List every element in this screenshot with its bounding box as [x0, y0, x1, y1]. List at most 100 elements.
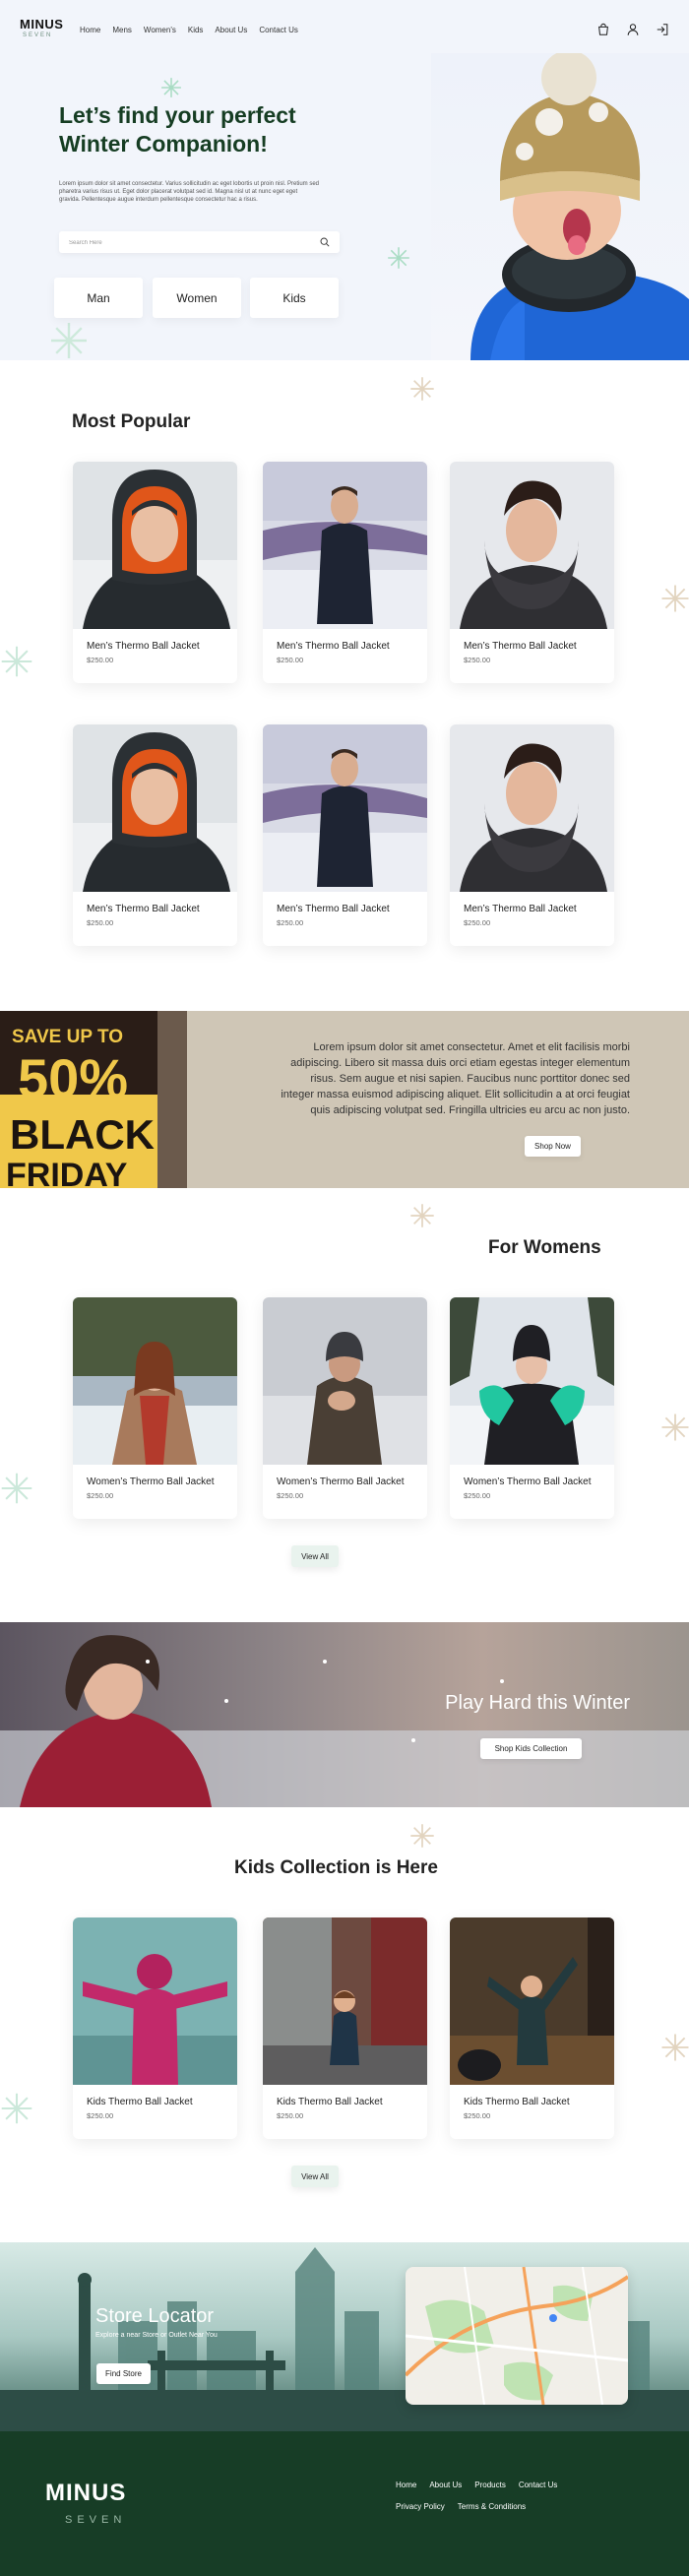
search-input[interactable] — [59, 232, 295, 254]
footer-link-products[interactable]: Products — [474, 2481, 506, 2489]
footer-link-terms[interactable]: Terms & Conditions — [458, 2502, 526, 2511]
product-card[interactable]: Kids Thermo Ball Jacket $250.00 — [263, 1917, 427, 2139]
product-name: Kids Thermo Ball Jacket — [277, 2097, 383, 2107]
category-button-women[interactable]: Women — [153, 278, 241, 318]
product-card[interactable]: Kids Thermo Ball Jacket $250.00 — [73, 1917, 237, 2139]
product-image — [73, 1297, 237, 1465]
store-locator-subtitle: Explore a near Store or Outlet Near You — [95, 2332, 218, 2339]
black-friday-sign-image: SAVE UP TO 50% BLACK FRIDAY — [0, 1011, 187, 1188]
womens-view-all-button[interactable]: View All — [291, 1545, 339, 1567]
nav-item-kids[interactable]: Kids — [188, 26, 204, 34]
product-price: $250.00 — [277, 656, 304, 664]
product-card[interactable]: Men’s Thermo Ball Jacket $250.00 — [263, 462, 427, 683]
product-card[interactable]: Men’s Thermo Ball Jacket $250.00 — [450, 724, 614, 946]
snowflake-icon — [410, 1824, 434, 1848]
product-card[interactable]: Men’s Thermo Ball Jacket $250.00 — [73, 462, 237, 683]
category-button-man[interactable]: Man — [54, 278, 143, 318]
product-name: Men’s Thermo Ball Jacket — [277, 904, 390, 914]
snowflake-icon — [661, 585, 689, 612]
product-image — [450, 1917, 614, 2085]
user-icon[interactable] — [626, 23, 640, 36]
footer-logo-name[interactable]: MINUS — [45, 2480, 126, 2507]
winter-banner-title: Play Hard this Winter — [445, 1692, 630, 1714]
main-nav: Home Mens Women's Kids About Us Contact … — [80, 26, 298, 34]
product-name: Women’s Thermo Ball Jacket — [277, 1476, 405, 1487]
for-womens-title: For Womens — [488, 1237, 601, 1258]
kids-view-all-button[interactable]: View All — [291, 2166, 339, 2187]
product-price: $250.00 — [464, 656, 491, 664]
sign-friday-text: FRIDAY — [6, 1157, 128, 1188]
snowflake-icon — [1, 1473, 32, 1504]
product-name: Men’s Thermo Ball Jacket — [87, 641, 200, 652]
store-map[interactable] — [406, 2267, 628, 2405]
product-image — [73, 462, 237, 629]
product-card[interactable]: Women’s Thermo Ball Jacket $250.00 — [73, 1297, 237, 1519]
product-image — [263, 1917, 427, 2085]
hero-title-line2: Winter Companion! — [59, 131, 268, 157]
footer-link-contact[interactable]: Contact Us — [519, 2481, 558, 2489]
find-store-button[interactable]: Find Store — [96, 2363, 151, 2384]
product-image — [450, 1297, 614, 1465]
hero-title: Let’s find your perfect Winter Companion… — [59, 101, 384, 159]
brand-logo[interactable]: MINUS SEVEN — [20, 18, 63, 38]
shop-kids-collection-button[interactable]: Shop Kids Collection — [480, 1738, 582, 1759]
hero-subtitle: Lorem ipsum dolor sit amet consectetur. … — [59, 181, 320, 203]
most-popular-title: Most Popular — [72, 411, 191, 432]
snowflake-icon — [661, 1414, 689, 1441]
product-card[interactable]: Men’s Thermo Ball Jacket $250.00 — [263, 724, 427, 946]
snowflake-icon — [410, 377, 434, 401]
product-card[interactable]: Men’s Thermo Ball Jacket $250.00 — [450, 462, 614, 683]
shop-now-button[interactable]: Shop Now — [525, 1136, 581, 1157]
snowflake-icon — [51, 323, 87, 358]
shopping-bag-icon[interactable] — [596, 23, 610, 36]
footer-link-privacy[interactable]: Privacy Policy — [396, 2502, 445, 2511]
footer-link-home[interactable]: Home — [396, 2481, 416, 2489]
sign-percent-text: 50% — [18, 1047, 128, 1109]
map-image — [406, 2267, 628, 2405]
product-name: Kids Thermo Ball Jacket — [87, 2097, 193, 2107]
product-name: Men’s Thermo Ball Jacket — [464, 904, 577, 914]
product-name: Men’s Thermo Ball Jacket — [464, 641, 577, 652]
nav-item-contact[interactable]: Contact Us — [259, 26, 298, 34]
page: MINUS SEVEN Home Mens Women's Kids About… — [0, 0, 689, 2576]
product-card[interactable]: Women’s Thermo Ball Jacket $250.00 — [450, 1297, 614, 1519]
product-name: Women’s Thermo Ball Jacket — [87, 1476, 215, 1487]
footer-links-primary: Home About Us Products Contact Us — [396, 2481, 557, 2489]
product-price: $250.00 — [277, 1491, 304, 1500]
product-image — [263, 462, 427, 629]
category-button-kids[interactable]: Kids — [250, 278, 339, 318]
kids-collection-title: Kids Collection is Here — [234, 1857, 438, 1878]
footer-logo-tagline: SEVEN — [65, 2514, 127, 2526]
winter-banner-image — [0, 1622, 689, 1807]
winter-banner: Play Hard this Winter Shop Kids Collecti… — [0, 1622, 689, 1807]
sign-in-icon[interactable] — [656, 23, 669, 36]
search-box — [59, 231, 340, 254]
product-card[interactable]: Men’s Thermo Ball Jacket $250.00 — [73, 724, 237, 946]
store-locator-title: Store Locator — [95, 2305, 215, 2327]
black-friday-text: Lorem ipsum dolor sit amet consectetur. … — [281, 1041, 630, 1116]
product-price: $250.00 — [464, 2111, 491, 2120]
hero-title-line1: Let’s find your perfect — [59, 102, 296, 128]
nav-item-mens[interactable]: Mens — [112, 26, 132, 34]
snowflake-icon — [410, 1204, 434, 1227]
footer-links-legal: Privacy Policy Terms & Conditions — [396, 2502, 526, 2511]
product-image — [73, 1917, 237, 2085]
nav-item-womens[interactable]: Women's — [144, 26, 176, 34]
snowflake-icon — [388, 247, 409, 269]
black-friday-banner: SAVE UP TO 50% BLACK FRIDAY Lorem ipsum … — [0, 1011, 689, 1188]
nav-item-home[interactable]: Home — [80, 26, 100, 34]
product-price: $250.00 — [464, 1491, 491, 1500]
search-icon[interactable] — [320, 237, 330, 247]
snowflake-icon — [1, 646, 32, 677]
nav-item-about[interactable]: About Us — [215, 26, 247, 34]
product-card[interactable]: Kids Thermo Ball Jacket $250.00 — [450, 1917, 614, 2139]
product-price: $250.00 — [87, 656, 114, 664]
product-image — [263, 1297, 427, 1465]
footer-link-about[interactable]: About Us — [429, 2481, 462, 2489]
product-card[interactable]: Women’s Thermo Ball Jacket $250.00 — [263, 1297, 427, 1519]
product-price: $250.00 — [87, 918, 114, 927]
brand-name: MINUS — [20, 17, 64, 31]
product-name: Women’s Thermo Ball Jacket — [464, 1476, 592, 1487]
product-price: $250.00 — [464, 918, 491, 927]
product-name: Men’s Thermo Ball Jacket — [87, 904, 200, 914]
